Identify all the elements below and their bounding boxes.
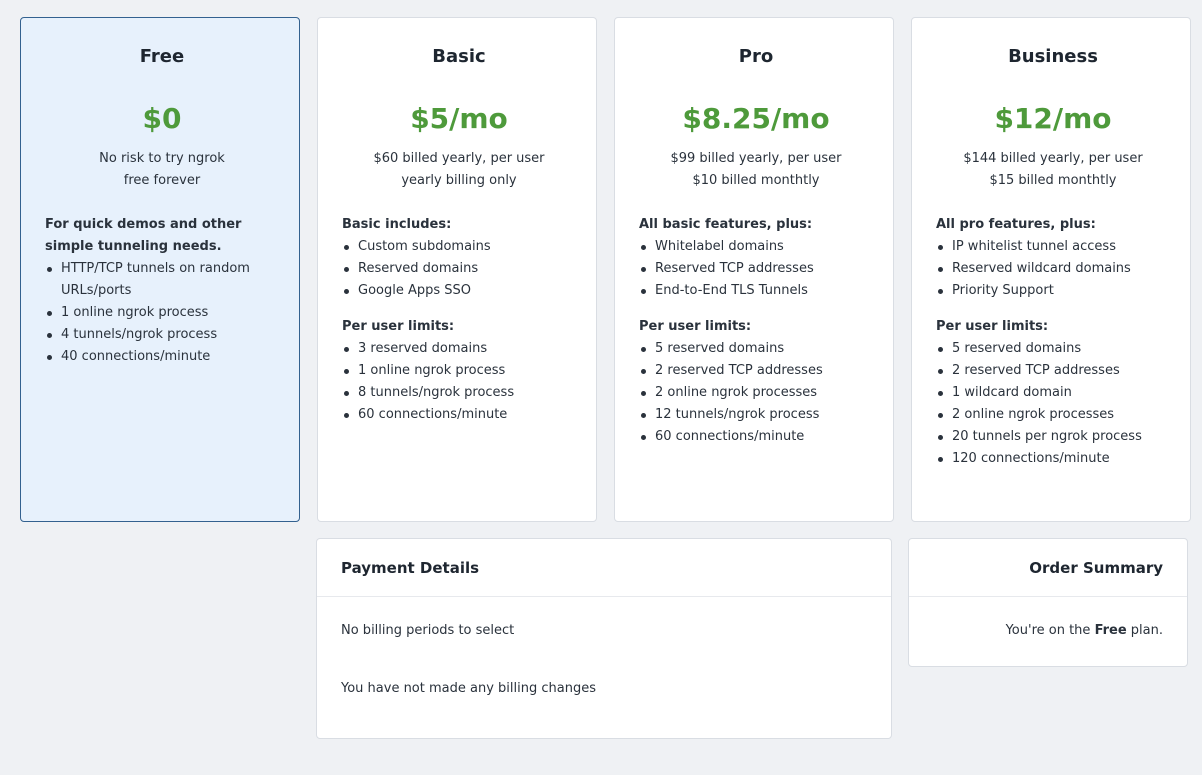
list-item: 2 reserved TCP addresses [936,360,1170,382]
list-item: Whitelabel domains [639,236,873,258]
current-plan-suffix: plan. [1126,623,1163,638]
billing-periods-message: No billing periods to select [341,623,515,638]
list-item: Custom subdomains [342,236,576,258]
current-plan-name: Free [1094,623,1127,638]
payment-details-title: Payment Details [317,539,891,597]
list-item: 5 reserved domains [639,338,873,360]
list-item: 3 reserved domains [342,338,576,360]
list-item: Reserved domains [342,258,576,280]
list-item: 8 tunnels/ngrok process [342,382,576,404]
plan-features-heading: Basic includes: [342,217,452,232]
plan-billing-note: $60 billed yearly, per user yearly billi… [342,148,576,192]
list-item: IP whitelist tunnel access [936,236,1170,258]
list-item: 40 connections/minute [45,346,279,368]
payment-details-panel: Payment Details No billing periods to se… [316,538,892,739]
plan-billing-line-2: $15 billed monthtly [989,173,1117,188]
order-summary-title: Order Summary [909,539,1187,597]
plan-billing-line-2: yearly billing only [401,173,517,188]
plan-billing-note: No risk to try ngrok free forever [45,148,279,192]
list-item: 1 online ngrok process [342,360,576,382]
list-item: 2 reserved TCP addresses [639,360,873,382]
plan-card-business[interactable]: Business $12/mo $144 billed yearly, per … [911,17,1191,522]
plan-billing-line-2: free forever [123,173,201,188]
plan-features-heading: For quick demos and other simple tunneli… [45,217,242,254]
list-item: Priority Support [936,280,1170,302]
order-summary-panel: Order Summary You're on the Free plan. [908,538,1188,667]
plan-billing-note: $144 billed yearly, per user $15 billed … [936,148,1170,192]
list-item: 5 reserved domains [936,338,1170,360]
billing-changes-message: You have not made any billing changes [341,681,596,696]
current-plan-message: You're on the Free plan. [909,620,1187,642]
plan-features-list: HTTP/TCP tunnels on random URLs/ports 1 … [45,258,279,368]
plan-limits-list: 3 reserved domains 1 online ngrok proces… [342,338,576,426]
plan-billing-note: $99 billed yearly, per user $10 billed m… [639,148,873,192]
list-item: End-to-End TLS Tunnels [639,280,873,302]
plan-features-list: Custom subdomains Reserved domains Googl… [342,236,576,302]
list-item: 2 online ngrok processes [936,404,1170,426]
list-item: 12 tunnels/ngrok process [639,404,873,426]
plan-name: Basic [432,46,486,67]
plan-billing-line-1: $60 billed yearly, per user [373,151,545,166]
plan-features-heading: All basic features, plus: [639,217,813,232]
plan-features-list: IP whitelist tunnel access Reserved wild… [936,236,1170,302]
list-item: Google Apps SSO [342,280,576,302]
plan-limits-heading: Per user limits: [342,319,455,334]
plan-billing-line-1: No risk to try ngrok [99,151,225,166]
list-item: 20 tunnels per ngrok process [936,426,1170,448]
plan-features-heading: All pro features, plus: [936,217,1096,232]
plan-price: $12/mo [994,102,1112,135]
list-item: Reserved wildcard domains [936,258,1170,280]
list-item: Reserved TCP addresses [639,258,873,280]
plan-limits-list: 5 reserved domains 2 reserved TCP addres… [639,338,873,448]
plan-limits-heading: Per user limits: [639,319,752,334]
list-item: 2 online ngrok processes [639,382,873,404]
list-item: 120 connections/minute [936,448,1170,470]
plan-limits-list: 5 reserved domains 2 reserved TCP addres… [936,338,1170,470]
plan-name: Business [1008,46,1098,67]
plan-billing-line-2: $10 billed monthtly [692,173,820,188]
plans-row: Free $0 No risk to try ngrok free foreve… [20,17,1191,522]
list-item: 60 connections/minute [639,426,873,448]
plan-price: $5/mo [410,102,508,135]
plan-price: $0 [142,102,182,135]
list-item: 1 wildcard domain [936,382,1170,404]
plan-card-pro[interactable]: Pro $8.25/mo $99 billed yearly, per user… [614,17,894,522]
plan-billing-line-1: $144 billed yearly, per user [963,151,1143,166]
plan-limits-heading: Per user limits: [936,319,1049,334]
plan-price: $8.25/mo [682,102,830,135]
plan-card-free[interactable]: Free $0 No risk to try ngrok free foreve… [20,17,300,522]
plan-card-basic[interactable]: Basic $5/mo $60 billed yearly, per user … [317,17,597,522]
current-plan-prefix: You're on the [1005,623,1095,638]
plan-features-list: Whitelabel domains Reserved TCP addresse… [639,236,873,302]
list-item: HTTP/TCP tunnels on random URLs/ports [45,258,279,302]
list-item: 60 connections/minute [342,404,576,426]
plan-billing-line-1: $99 billed yearly, per user [670,151,842,166]
list-item: 1 online ngrok process [45,302,279,324]
plan-name: Free [139,46,185,67]
list-item: 4 tunnels/ngrok process [45,324,279,346]
plan-name: Pro [738,46,774,67]
